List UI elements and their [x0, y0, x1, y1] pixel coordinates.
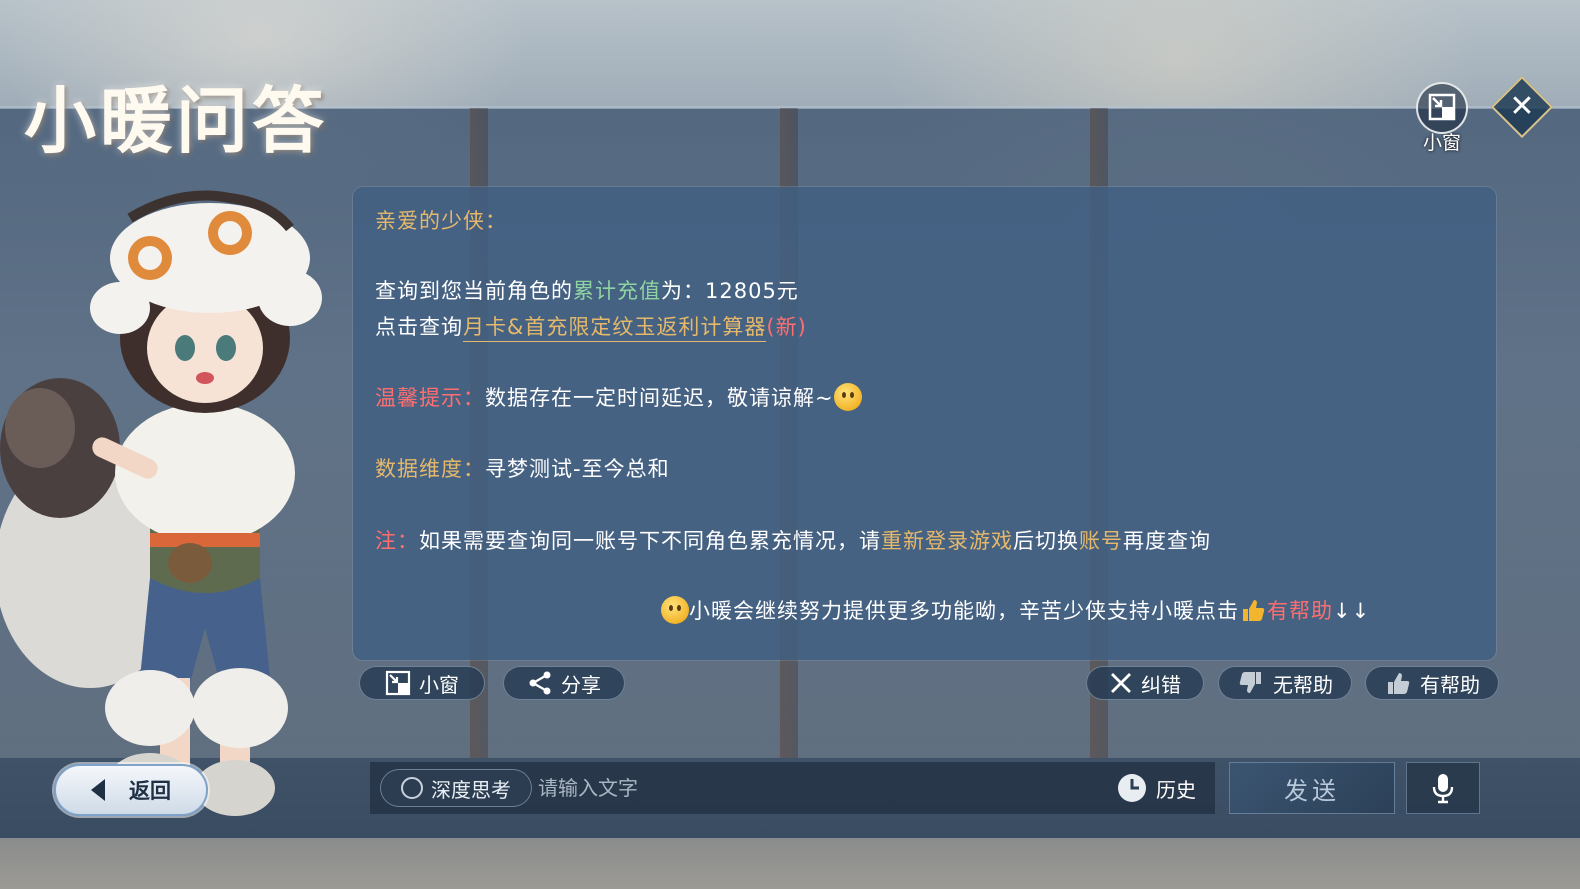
deep-think-label: 深度思考	[431, 777, 511, 802]
note-middle: 后切换	[1013, 529, 1079, 553]
radio-circle-icon	[401, 777, 423, 799]
correct-button-label: 纠错	[1141, 672, 1181, 697]
minimize-window-icon	[385, 670, 411, 696]
footer-helpful: 有帮助	[1267, 599, 1333, 623]
calculator-new-tag: (新)	[766, 315, 807, 339]
recharge-highlight: 累计充值	[573, 279, 661, 303]
not-helpful-button[interactable]: 无帮助	[1218, 666, 1352, 700]
greeting: 亲爱的少侠：	[375, 209, 507, 233]
helpful-button-label: 有帮助	[1420, 672, 1480, 697]
thumbs-down-icon	[1239, 672, 1261, 693]
microphone-button[interactable]	[1406, 762, 1480, 814]
footer-line: 小暖会继续努力提供更多功能呦，辛苦少侠支持小暖点击 有帮助↓↓	[661, 595, 1370, 626]
thumbs-up-icon	[1388, 673, 1410, 694]
note-relogin: 重新登录游戏	[881, 529, 1013, 553]
tip-line: 温馨提示：数据存在一定时间延迟，敬请谅解~	[375, 382, 862, 413]
close-icon: ✕	[1509, 89, 1535, 124]
page-title: 小暖问答	[24, 78, 329, 163]
message-input[interactable]	[538, 769, 1098, 807]
thumbs-up-emoji-icon	[1243, 600, 1265, 621]
footer-text: 小暖会继续努力提供更多功能呦，辛苦少侠支持小暖点击	[689, 599, 1239, 623]
mini-window-button-top[interactable]: 小窗	[1414, 82, 1470, 154]
clock-icon	[1118, 774, 1146, 802]
kiss-face-emoji-icon	[661, 596, 689, 624]
recharge-value: 为：12805元	[661, 279, 799, 303]
dimension-text: 寻梦测试-至今总和	[485, 457, 670, 481]
microphone-icon	[1432, 774, 1454, 804]
calculator-link[interactable]: 月卡&首充限定纹玉返利计算器	[463, 315, 767, 342]
share-button-label: 分享	[561, 672, 601, 697]
answer-card: 亲爱的少侠： 查询到您当前角色的累计充值为：12805元 点击查询月卡&首充限定…	[353, 187, 1496, 660]
back-arrow-icon	[91, 779, 105, 801]
character-illustration	[0, 190, 322, 816]
send-button-label: 发送	[1284, 776, 1340, 805]
calculator-line: 点击查询月卡&首充限定纹玉返利计算器(新)	[375, 311, 807, 342]
kiss-face-emoji-icon	[833, 383, 862, 411]
share-button[interactable]: 分享	[503, 666, 625, 700]
back-button-label: 返回	[129, 779, 171, 803]
note-account: 账号	[1079, 529, 1123, 553]
recharge-prefix: 查询到您当前角色的	[375, 279, 573, 303]
minimize-window-icon	[1416, 82, 1468, 134]
note-line: 注：如果需要查询同一账号下不同角色累充情况，请重新登录游戏后切换账号再度查询	[375, 525, 1211, 555]
share-icon	[529, 671, 551, 695]
send-button[interactable]: 发送	[1229, 762, 1395, 814]
history-label: 历史	[1156, 777, 1196, 802]
helpful-button[interactable]: 有帮助	[1365, 666, 1499, 700]
note-suffix: 再度查询	[1123, 529, 1211, 553]
dimension-line: 数据维度：寻梦测试-至今总和	[375, 453, 670, 483]
tip-label: 温馨提示：	[375, 386, 485, 410]
note-label: 注：	[375, 529, 419, 553]
floor	[0, 838, 1580, 889]
cross-icon	[1111, 673, 1131, 693]
history-button[interactable]: 历史	[1116, 770, 1206, 806]
dimension-label: 数据维度：	[375, 457, 485, 481]
correct-button[interactable]: 纠错	[1086, 666, 1204, 700]
mini-window-button-label: 小窗	[419, 672, 459, 697]
recharge-line: 查询到您当前角色的累计充值为：12805元	[375, 275, 799, 305]
mini-window-button[interactable]: 小窗	[359, 666, 485, 700]
input-bar: 深度思考 历史	[370, 762, 1215, 814]
tip-text: 数据存在一定时间延迟，敬请谅解~	[485, 386, 834, 410]
deep-think-toggle[interactable]: 深度思考	[380, 769, 532, 807]
calculator-prefix: 点击查询	[375, 315, 463, 339]
note-prefix: 如果需要查询同一账号下不同角色累充情况，请	[419, 529, 881, 553]
footer-arrows: ↓↓	[1333, 599, 1371, 623]
back-button[interactable]: 返回	[54, 764, 208, 816]
not-helpful-button-label: 无帮助	[1273, 672, 1333, 697]
